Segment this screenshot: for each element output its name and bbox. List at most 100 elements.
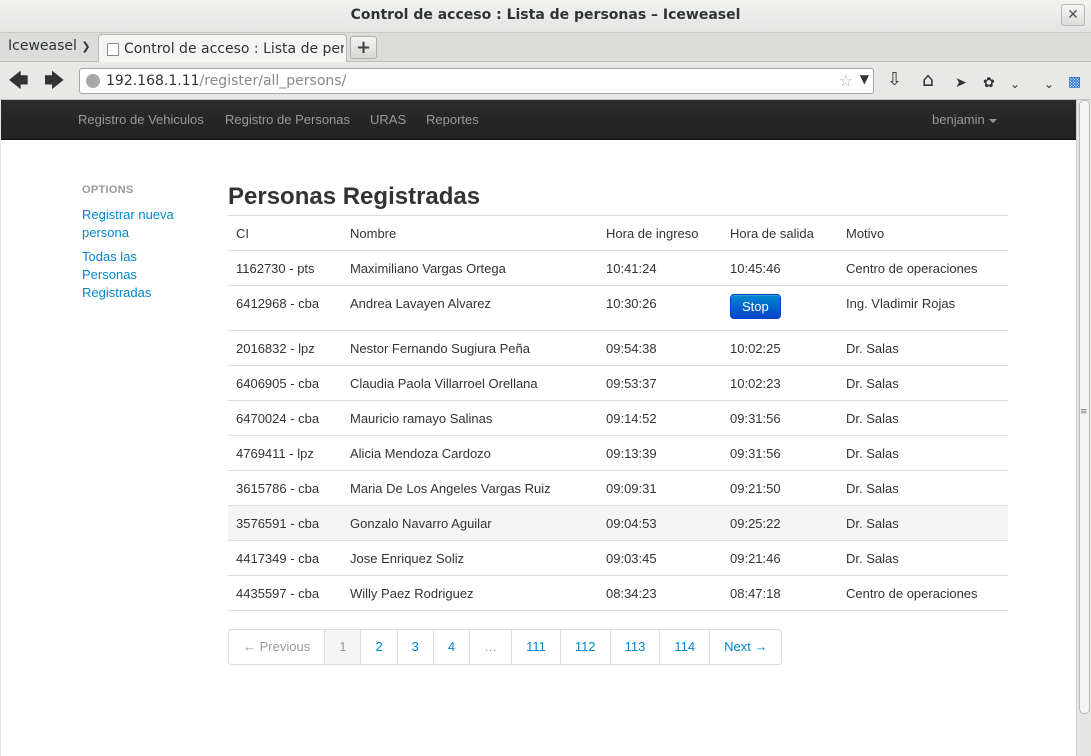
cell-ci: 2016832 - lpz xyxy=(228,330,342,366)
pagination-page-113[interactable]: 113 xyxy=(609,630,660,664)
new-tab-button[interactable]: + xyxy=(350,36,377,59)
nav-registro-vehiculos[interactable]: Registro de Vehiculos xyxy=(78,112,204,127)
cell-salida: 10:02:25 xyxy=(722,330,838,366)
cell-ci: 6406905 - cba xyxy=(228,365,342,401)
user-menu[interactable]: benjamin xyxy=(932,112,997,127)
pagination-page-4[interactable]: 4 xyxy=(432,630,469,664)
window-title: Control de acceso : Lista de personas – … xyxy=(350,7,741,23)
table-row: 6412968 - cba Andrea Lavayen Alvarez 10:… xyxy=(228,285,1008,331)
cell-motivo: Centro de operaciones xyxy=(838,250,1008,286)
cell-ingreso: 09:03:45 xyxy=(598,540,722,576)
column-header-ci: CI xyxy=(228,215,342,251)
cell-ci: 6470024 - cba xyxy=(228,400,342,436)
pagination-ellipsis: … xyxy=(469,630,511,664)
nav-uras[interactable]: URAS xyxy=(370,112,406,127)
downloads-icon[interactable]: ⇩ xyxy=(887,70,902,90)
cell-nombre: Jose Enriquez Soliz xyxy=(342,540,598,576)
pagination-page-114[interactable]: 114 xyxy=(659,630,709,664)
app-menu-button[interactable]: Iceweasel ❯ xyxy=(8,38,91,54)
table-row: 4769411 - lpz Alicia Mendoza Cardozo 09:… xyxy=(228,435,1008,471)
stop-button[interactable]: Stop xyxy=(730,294,781,319)
site-navbar: Registro de Vehiculos Registro de Person… xyxy=(1,100,1076,140)
page-icon xyxy=(107,43,119,56)
cell-salida: 08:47:18 xyxy=(722,575,838,611)
cell-motivo: Dr. Salas xyxy=(838,400,1008,436)
cell-nombre: Willy Paez Rodriguez xyxy=(342,575,598,611)
pagination-page-111[interactable]: 111 xyxy=(511,630,560,664)
chevron-down-icon: ❯ xyxy=(81,40,91,53)
toolbar-overflow-icon[interactable]: ⌄ xyxy=(1044,74,1054,94)
cell-ingreso: 09:09:31 xyxy=(598,470,722,506)
cell-salida: 09:31:56 xyxy=(722,400,838,436)
sidebar-link-todas[interactable]: Todas las Personas Registradas xyxy=(82,248,192,302)
pagination-page-112[interactable]: 112 xyxy=(559,630,610,664)
nav-registro-personas[interactable]: Registro de Personas xyxy=(225,112,350,127)
table-row: 4417349 - cba Jose Enriquez Soliz 09:03:… xyxy=(228,540,1008,576)
cell-nombre: Andrea Lavayen Alvarez xyxy=(342,285,598,331)
table-row: 1162730 - pts Maximiliano Vargas Ortega … xyxy=(228,250,1008,286)
cell-ingreso: 09:53:37 xyxy=(598,365,722,401)
addon-icon[interactable]: ▩ xyxy=(1068,72,1081,92)
pagination-page-1[interactable]: 1 xyxy=(324,630,361,664)
scrollbar-grip-icon: ≡ xyxy=(1080,407,1088,417)
cell-nombre: Claudia Paola Villarroel Orellana xyxy=(342,365,598,401)
url-path: /register/all_persons/ xyxy=(199,73,347,89)
cell-motivo: Dr. Salas xyxy=(838,540,1008,576)
cell-ci: 4435597 - cba xyxy=(228,575,342,611)
pagination-next[interactable]: Next → xyxy=(709,630,781,664)
table-row: 4435597 - cba Willy Paez Rodriguez 08:34… xyxy=(228,575,1008,611)
back-icon[interactable]: 🡄 xyxy=(8,70,29,90)
home-icon[interactable]: ⌂ xyxy=(922,70,934,90)
bookmark-star-icon[interactable]: ☆ xyxy=(839,71,853,90)
browser-tab[interactable]: Control de acceso : Lista de personas xyxy=(98,34,347,63)
cell-nombre: Maria De Los Angeles Vargas Ruiz xyxy=(342,470,598,506)
main-content: Personas Registradas CI Nombre Hora de i… xyxy=(228,182,1008,611)
column-header-salida: Hora de salida xyxy=(722,215,838,251)
web-page: Registro de Vehiculos Registro de Person… xyxy=(1,100,1076,756)
cell-ci: 1162730 - pts xyxy=(228,250,342,286)
pagination-previous[interactable]: ← Previous xyxy=(229,630,324,664)
cell-nombre: Gonzalo Navarro Aguilar xyxy=(342,505,598,541)
cell-salida: 10:45:46 xyxy=(722,250,838,286)
sidebar-header: OPTIONS xyxy=(82,184,134,196)
tab-title: Control de acceso : Lista de personas xyxy=(124,41,344,57)
url-host: 192.168.1.11 xyxy=(106,73,200,89)
sidebar-link-registrar[interactable]: Registrar nueva persona xyxy=(82,206,192,242)
extension-icon[interactable]: ✿ xyxy=(983,73,995,93)
cell-salida: Stop xyxy=(722,285,838,331)
tab-strip: Iceweasel ❯ Control de acceso : Lista de… xyxy=(0,33,1091,63)
window-close-button[interactable]: ✕ xyxy=(1061,4,1085,26)
url-bar[interactable]: 192.168.1.11/register/all_persons/ ☆ ▼ xyxy=(79,68,874,94)
vertical-scrollbar[interactable]: ≡ xyxy=(1076,100,1091,756)
column-header-nombre: Nombre xyxy=(342,215,598,251)
browser-toolbar: 🡄 🡆 192.168.1.11/register/all_persons/ ☆… xyxy=(0,62,1091,100)
cell-ci: 3615786 - cba xyxy=(228,470,342,506)
cell-ingreso: 10:41:24 xyxy=(598,250,722,286)
pagination-page-3[interactable]: 3 xyxy=(396,630,433,664)
cell-motivo: Dr. Salas xyxy=(838,330,1008,366)
cell-nombre: Nestor Fernando Sugiura Peña xyxy=(342,330,598,366)
nav-reportes[interactable]: Reportes xyxy=(426,112,479,127)
extension-dropdown-icon[interactable]: ⌄ xyxy=(1010,74,1020,94)
pagination-page-2[interactable]: 2 xyxy=(360,630,396,664)
cell-salida: 09:31:56 xyxy=(722,435,838,471)
user-name: benjamin xyxy=(932,112,985,127)
cell-motivo: Centro de operaciones xyxy=(838,575,1008,611)
cell-motivo: Ing. Vladimir Rojas xyxy=(838,285,1008,331)
url-history-dropdown-icon[interactable]: ▼ xyxy=(860,72,869,86)
persons-table: CI Nombre Hora de ingreso Hora de salida… xyxy=(228,215,1008,611)
cell-motivo: Dr. Salas xyxy=(838,365,1008,401)
cell-motivo: Dr. Salas xyxy=(838,470,1008,506)
table-row: 6406905 - cba Claudia Paola Villarroel O… xyxy=(228,365,1008,401)
forward-icon[interactable]: 🡆 xyxy=(44,70,65,90)
table-row: 2016832 - lpz Nestor Fernando Sugiura Pe… xyxy=(228,330,1008,366)
cell-salida: 09:21:50 xyxy=(722,470,838,506)
cell-ci: 4769411 - lpz xyxy=(228,435,342,471)
table-header-row: CI Nombre Hora de ingreso Hora de salida… xyxy=(228,215,1008,251)
cell-ingreso: 10:30:26 xyxy=(598,285,722,331)
url-text: 192.168.1.11/register/all_persons/ xyxy=(106,73,346,89)
cell-nombre: Alicia Mendoza Cardozo xyxy=(342,435,598,471)
send-icon[interactable]: ➤ xyxy=(955,73,967,93)
table-row-hovered: 3576591 - cba Gonzalo Navarro Aguilar 09… xyxy=(228,505,1008,541)
cell-salida: 10:02:23 xyxy=(722,365,838,401)
